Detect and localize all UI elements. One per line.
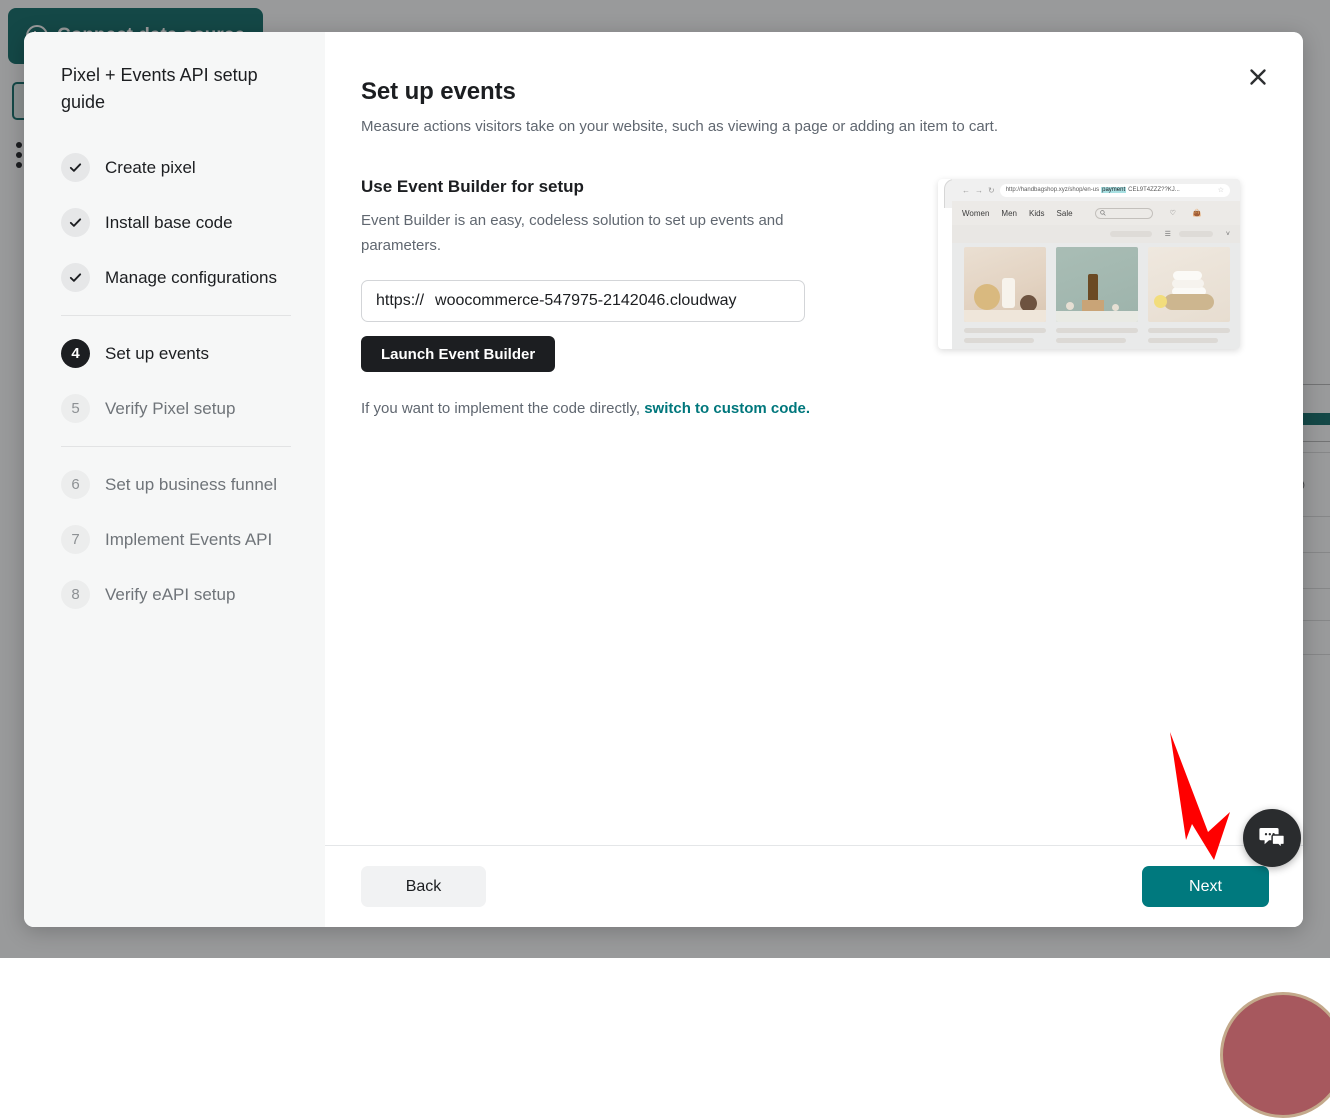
- preview-heart-icon: ♡: [1170, 209, 1176, 217]
- preview-site-nav: Women Men Kids Sale ♡ 👜: [952, 201, 1240, 225]
- sidebar-step-set-up-business-funnel[interactable]: 6 Set up business funnel: [24, 457, 325, 512]
- sidebar-step-label: Install base code: [105, 213, 233, 233]
- preview-nav-item: Sale: [1057, 209, 1073, 218]
- preview-product-card: [1056, 247, 1138, 343]
- sidebar-step-label: Implement Events API: [105, 530, 272, 550]
- sidebar-step-label: Set up business funnel: [105, 475, 277, 495]
- preview-skeleton: [1056, 338, 1126, 343]
- section-description: Event Builder is an easy, codeless solut…: [361, 208, 811, 258]
- check-icon: [61, 153, 90, 182]
- sidebar-step-label: Manage configurations: [105, 268, 277, 288]
- filter-icon: ☰: [1165, 230, 1171, 238]
- preview-bag-icon: 👜: [1193, 209, 1202, 217]
- preview-product-image: [964, 247, 1046, 322]
- sidebar-step-label: Set up events: [105, 344, 209, 364]
- preview-nav-item: Women: [962, 209, 989, 218]
- preview-nav-item: Kids: [1029, 209, 1045, 218]
- preview-browser-bar: ← → ↻ http://handbagshop.xyz/shop/en-us …: [952, 179, 1240, 201]
- sidebar-step-install-base-code[interactable]: Install base code: [24, 195, 325, 250]
- modal-content: Set up events Measure actions visitors t…: [325, 32, 1303, 845]
- preview-filter-row: ☰ ˅: [952, 225, 1240, 243]
- sidebar-step-label: Create pixel: [105, 158, 196, 178]
- preview-url-bar: http://handbagshop.xyz/shop/en-us paymen…: [1000, 184, 1230, 197]
- sidebar-step-badge: 7: [61, 525, 90, 554]
- sidebar-step-manage-configurations[interactable]: Manage configurations: [24, 250, 325, 305]
- close-icon[interactable]: [1241, 60, 1275, 94]
- sidebar-step-label: Verify Pixel setup: [105, 399, 235, 419]
- preview-product-grid: [964, 247, 1230, 343]
- sidebar-step-verify-pixel-setup[interactable]: 5 Verify Pixel setup: [24, 381, 325, 436]
- switch-to-custom-code-link[interactable]: switch to custom code.: [644, 400, 810, 417]
- sidebar-step-badge: 4: [61, 339, 90, 368]
- chat-bubbles-icon[interactable]: [1243, 809, 1301, 867]
- event-builder-preview-image: ← → ↻ http://handbagshop.xyz/shop/en-us …: [938, 179, 1240, 349]
- preview-star-icon: ☆: [1218, 186, 1224, 194]
- sidebar-divider: [61, 446, 291, 447]
- preview-product-card: [964, 247, 1046, 343]
- custom-code-hint: If you want to implement the code direct…: [361, 400, 1263, 417]
- sidebar-step-badge: 6: [61, 470, 90, 499]
- modal-footer: Back Next: [325, 845, 1303, 927]
- sidebar-step-set-up-events[interactable]: 4 Set up events: [24, 326, 325, 381]
- check-icon: [61, 208, 90, 237]
- preview-search-icon: [1095, 208, 1153, 219]
- custom-code-text: If you want to implement the code direct…: [361, 400, 640, 417]
- preview-back-icon: ←: [962, 186, 970, 195]
- preview-forward-icon: →: [975, 186, 983, 195]
- sidebar-divider: [61, 315, 291, 316]
- sidebar-step-create-pixel[interactable]: Create pixel: [24, 140, 325, 195]
- website-url-field[interactable]: https://: [361, 280, 805, 322]
- sidebar-step-badge: 8: [61, 580, 90, 609]
- sidebar-step-implement-events-api[interactable]: 7 Implement Events API: [24, 512, 325, 567]
- preview-skeleton: [964, 328, 1046, 333]
- sidebar-step-label: Verify eAPI setup: [105, 585, 235, 605]
- preview-url-tail: CEL9T4ZZZ??KJ...: [1128, 187, 1180, 193]
- preview-nav-item: Men: [1001, 209, 1017, 218]
- preview-product-image: [1148, 247, 1230, 322]
- website-url-input[interactable]: [424, 280, 804, 322]
- preview-product-image: [1056, 247, 1138, 322]
- url-protocol-prefix: https://: [362, 292, 424, 310]
- preview-url-highlight: payment: [1101, 187, 1126, 193]
- background-avatar: [1220, 992, 1330, 1118]
- sidebar-step-badge: 5: [61, 394, 90, 423]
- preview-corner: [938, 179, 952, 349]
- next-button[interactable]: Next: [1142, 866, 1269, 907]
- chevron-down-icon: ˅: [1226, 231, 1230, 238]
- setup-guide-modal: Pixel + Events API setup guide Create pi…: [24, 32, 1303, 927]
- launch-event-builder-button[interactable]: Launch Event Builder: [361, 336, 555, 372]
- preview-skeleton: [1056, 328, 1138, 333]
- preview-skeleton: [1148, 328, 1230, 333]
- preview-reload-icon: ↻: [988, 186, 995, 195]
- preview-skeleton: [1110, 231, 1152, 237]
- preview-skeleton: [1148, 338, 1218, 343]
- setup-steps-sidebar: Pixel + Events API setup guide Create pi…: [24, 32, 325, 927]
- page-subtitle: Measure actions visitors take on your we…: [361, 118, 1263, 135]
- check-icon: [61, 263, 90, 292]
- preview-product-card: [1148, 247, 1230, 343]
- page-title: Set up events: [361, 78, 1263, 106]
- sidebar-title: Pixel + Events API setup guide: [24, 62, 325, 116]
- back-button[interactable]: Back: [361, 866, 486, 907]
- preview-skeleton: [1179, 231, 1213, 237]
- modal-main-panel: Set up events Measure actions visitors t…: [325, 32, 1303, 927]
- sidebar-step-verify-eapi-setup[interactable]: 8 Verify eAPI setup: [24, 567, 325, 622]
- preview-url-text: http://handbagshop.xyz/shop/en-us: [1006, 187, 1099, 193]
- preview-skeleton: [964, 338, 1034, 343]
